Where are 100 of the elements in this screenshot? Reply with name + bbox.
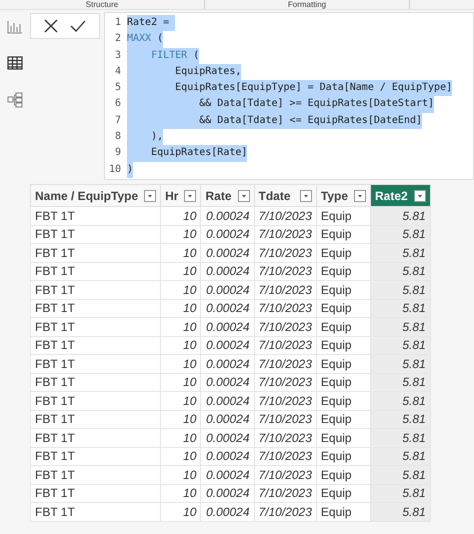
table-cell: 7/10/2023 [254,206,316,225]
table-cell: 5.81 [370,354,430,373]
column-header[interactable]: Rate [200,184,254,206]
bar-chart-icon[interactable] [7,20,23,34]
table-cell: 0.00024 [200,244,254,262]
table-cell: 0.00024 [200,206,254,225]
line-number: 2 [114,32,121,46]
model-icon[interactable] [7,92,23,108]
table-cell: 10 [160,354,201,373]
table-cell: 10 [160,280,201,299]
table-cell: 0.00024 [200,336,254,354]
table-cell: 5.81 [370,392,430,410]
table-cell: FBT 1T [30,299,161,318]
table-cell: FBT 1T [30,280,161,299]
line-number: 10 [108,162,121,177]
line-number: 3 [114,48,121,63]
table-cell: 0.00024 [200,410,254,428]
table-cell: 5.81 [370,373,430,392]
ribbon-group-label: Formatting [288,0,326,9]
table-cell: 7/10/2023 [254,428,316,447]
table-cell: FBT 1T [30,225,161,244]
table-cell: 5.81 [370,206,430,225]
checkmark-icon[interactable] [70,20,86,32]
table-cell: 7/10/2023 [254,410,316,428]
table-cell: 7/10/2023 [254,318,316,336]
table-cell: 7/10/2023 [254,466,316,484]
table-cell: 7/10/2023 [254,392,316,410]
table-cell: 7/10/2023 [254,373,316,392]
table-cell: 0.00024 [200,280,254,299]
table-cell: 5.81 [370,280,430,299]
table-cell: FBT 1T [30,336,161,354]
table-cell: 10 [160,244,201,262]
table-cell: 0.00024 [200,262,254,280]
table-cell: 10 [160,262,201,280]
table-cell: FBT 1T [30,373,161,392]
table-cell: 5.81 [370,428,430,447]
table-cell: 0.00024 [200,392,254,410]
column-header[interactable]: Name / EquipType [30,184,161,206]
line-number: 6 [114,97,121,112]
table-cell: 0.00024 [200,466,254,484]
table-cell: 7/10/2023 [254,299,316,318]
table-cell: 0.00024 [200,428,254,447]
table-cell: 10 [160,299,201,318]
dropdown-icon[interactable] [354,190,366,202]
table-cell: 7/10/2023 [254,354,316,373]
table-cell: 10 [160,484,201,502]
close-icon[interactable] [44,19,58,33]
table-cell: FBT 1T [30,244,161,262]
table-cell: FBT 1T [30,410,161,428]
column-header[interactable]: Rate2 [370,184,430,206]
table-cell: FBT 1T [30,502,161,521]
dropdown-icon[interactable] [184,190,196,202]
line-number: 9 [114,146,121,160]
table-cell: 7/10/2023 [254,502,316,521]
table-cell: FBT 1T [30,466,161,484]
column-header[interactable]: Tdate [254,184,316,206]
table-cell: 7/10/2023 [254,336,316,354]
table-cell: 10 [160,318,201,336]
table-cell: 0.00024 [200,484,254,502]
table-cell: 10 [160,410,201,428]
dropdown-icon[interactable] [144,190,156,202]
table-cell: 5.81 [370,225,430,244]
dropdown-icon[interactable] [300,190,312,202]
dropdown-icon[interactable] [238,190,250,202]
table-cell: 7/10/2023 [254,225,316,244]
column-header[interactable]: Hr [160,184,201,206]
table-cell: 7/10/2023 [254,484,316,502]
table-cell: 5.81 [370,410,430,428]
table-cell: FBT 1T [30,392,161,410]
dropdown-icon[interactable] [414,190,426,202]
table-cell: 5.81 [370,318,430,336]
line-number: 1 [114,16,121,30]
table-cell: 5.81 [370,447,430,466]
line-number: 5 [114,81,121,96]
table-cell: 0.00024 [200,447,254,466]
table-icon[interactable] [7,56,23,70]
table-cell: FBT 1T [30,206,161,225]
table-cell: FBT 1T [30,447,161,466]
table-cell: 0.00024 [200,354,254,373]
table-cell: 10 [160,466,201,484]
table-cell: 10 [160,206,201,225]
table-cell: 5.81 [370,466,430,484]
table-cell: 0.00024 [200,318,254,336]
table-cell: FBT 1T [30,318,161,336]
table-cell: 10 [160,447,201,466]
table-cell: FBT 1T [30,354,161,373]
line-number: 7 [114,114,121,128]
ribbon-group-label: Structure [86,0,118,9]
table-cell: 0.00024 [200,225,254,244]
table-cell: FBT 1T [30,262,161,280]
table-cell: 7/10/2023 [254,280,316,299]
column-header[interactable]: Type [316,184,371,206]
table-cell: 7/10/2023 [254,244,316,262]
formula-editor[interactable] [104,12,474,180]
line-number: 8 [114,130,121,144]
table-cell: 0.00024 [200,373,254,392]
table-cell: 5.81 [370,262,430,280]
table-cell: 5.81 [370,336,430,354]
table-cell: 10 [160,336,201,354]
table-cell: 0.00024 [200,502,254,521]
